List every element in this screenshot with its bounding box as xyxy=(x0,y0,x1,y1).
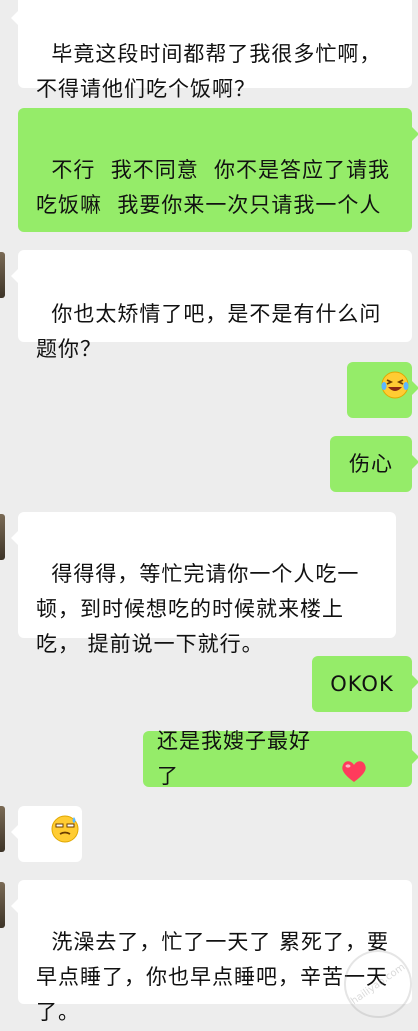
avatar[interactable] xyxy=(0,882,5,928)
message-bubble-received[interactable]: 毕竟这段时间都帮了我很多忙啊，不得请他们吃个饭啊？ xyxy=(11,0,412,101)
message-text: 你也太矫情了吧，是不是有什么问题你？ xyxy=(36,302,382,361)
laugh-tears-emoji-icon xyxy=(349,335,410,446)
heart-emoji-icon xyxy=(340,688,398,830)
message-text: 洗澡去了，忙了一天了 累死了，要早点睡了，你也早点睡吧，辛苦一天了。 xyxy=(36,930,390,1024)
message-bubble-sent[interactable]: 不行 我不同意 你不是答应了请我吃饭嘛 我要你来一次只请我一个人吃饭 xyxy=(18,108,418,288)
message-bubble-received[interactable]: 你也太矫情了吧，是不是有什么问题你？ xyxy=(11,250,412,361)
message-bubble-received[interactable]: 得得得，等忙完请你一个人吃一顿，到时候想吃的时候就来楼上吃， 提前说一下就行。 xyxy=(11,512,396,656)
sweat-emoji-icon xyxy=(20,779,81,890)
message-bubble-received[interactable] xyxy=(11,806,82,862)
message-text: 得得得，等忙完请你一个人吃一顿，到时候想吃的时候就来楼上吃， 提前说一下就行。 xyxy=(36,562,360,656)
message-text: 伤心 xyxy=(349,451,393,476)
watermark-text: hailiyao.com xyxy=(348,961,408,1007)
avatar[interactable] xyxy=(0,252,5,298)
message-bubble-sent[interactable] xyxy=(347,362,418,418)
message-text: 毕竟这段时间都帮了我很多忙啊，不得请他们吃个饭啊？ xyxy=(36,42,382,101)
message-text: 还是我嫂子最好了 xyxy=(157,729,311,788)
avatar[interactable] xyxy=(0,514,5,560)
message-bubble-sent[interactable]: 还是我嫂子最好了 xyxy=(143,729,418,788)
message-bubble-sent[interactable]: 伤心 xyxy=(330,436,418,492)
avatar[interactable] xyxy=(0,806,5,852)
